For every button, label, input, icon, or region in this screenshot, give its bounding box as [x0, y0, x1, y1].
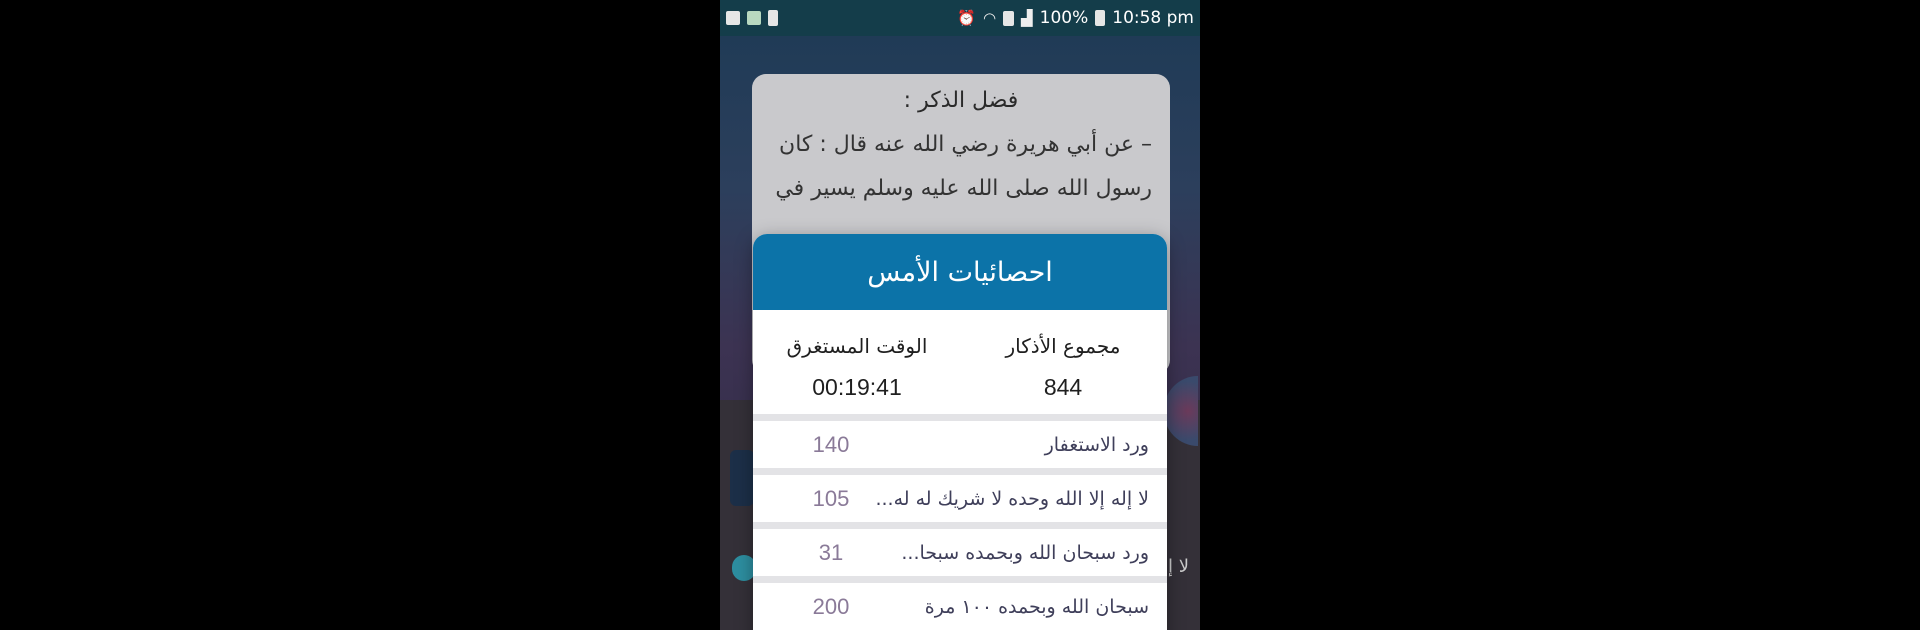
background-right-text: لا إ — [1168, 556, 1189, 577]
background-card-title: فضل الذكر : — [903, 88, 1019, 113]
status-bar-right: ⏰ ◠ ▟ 100% 10:58 pm — [957, 8, 1194, 28]
dhikr-name: لا إله إلا الله وحده لا شريك له له... — [875, 487, 1149, 510]
dhikr-name: ورد الاستغفار — [1044, 433, 1149, 456]
background-card-line: رسول الله صلى الله عليه وسلم يسير في — [775, 176, 1152, 201]
sim-icon — [1003, 10, 1015, 26]
clock: 10:58 pm — [1112, 8, 1194, 28]
time-taken-stat: الوقت المستغرق 00:19:41 — [757, 326, 957, 401]
battery-saver-icon — [768, 10, 778, 26]
dhikr-row[interactable]: ورد سبحان الله وبحمده سبحا... 31 — [753, 529, 1167, 583]
time-taken-label: الوقت المستغرق — [786, 334, 928, 358]
total-dhikr-stat: مجموع الأذكار 844 — [963, 326, 1163, 401]
signal-icon: ▟ — [1021, 9, 1033, 27]
stats-summary: مجموع الأذكار 844 الوقت المستغرق 00:19:4… — [753, 310, 1167, 421]
dhikr-count: 200 — [812, 593, 850, 619]
status-bar-left — [726, 10, 778, 26]
dhikr-row[interactable]: لا إله إلا الله وحده لا شريك له له... 10… — [753, 475, 1167, 529]
app-icon — [747, 11, 761, 25]
phone-screen: ⏰ ◠ ▟ 100% 10:58 pm فضل الذكر : – عن أبي… — [720, 0, 1200, 630]
dhikr-count: 140 — [812, 431, 850, 457]
image-icon — [726, 11, 740, 25]
status-bar: ⏰ ◠ ▟ 100% 10:58 pm — [720, 0, 1200, 36]
dhikr-row[interactable]: سبحان الله وبحمده ١٠٠ مرة 200 — [753, 583, 1167, 630]
dialog-title: احصائيات الأمس — [753, 234, 1167, 310]
yesterday-stats-dialog: احصائيات الأمس مجموع الأذكار 844 الوقت ا… — [753, 234, 1167, 630]
dhikr-row[interactable]: ورد الاستغفار 140 — [753, 421, 1167, 475]
dhikr-name: ورد سبحان الله وبحمده سبحا... — [901, 541, 1149, 564]
wifi-icon: ◠ — [983, 9, 997, 27]
total-dhikr-value: 844 — [1043, 374, 1083, 400]
time-taken-value: 00:19:41 — [812, 374, 902, 400]
dhikr-count: 105 — [812, 485, 850, 511]
alarm-icon: ⏰ — [957, 9, 976, 27]
battery-icon — [1095, 10, 1106, 26]
total-dhikr-label: مجموع الأذكار — [1005, 334, 1121, 358]
battery-percent: 100% — [1039, 8, 1089, 28]
dhikr-name: سبحان الله وبحمده ١٠٠ مرة — [924, 595, 1149, 618]
dhikr-count: 31 — [818, 539, 844, 565]
background-card-line: – عن أبي هريرة رضي الله عنه قال : كان — [779, 132, 1152, 157]
background-left-chip — [730, 450, 754, 506]
